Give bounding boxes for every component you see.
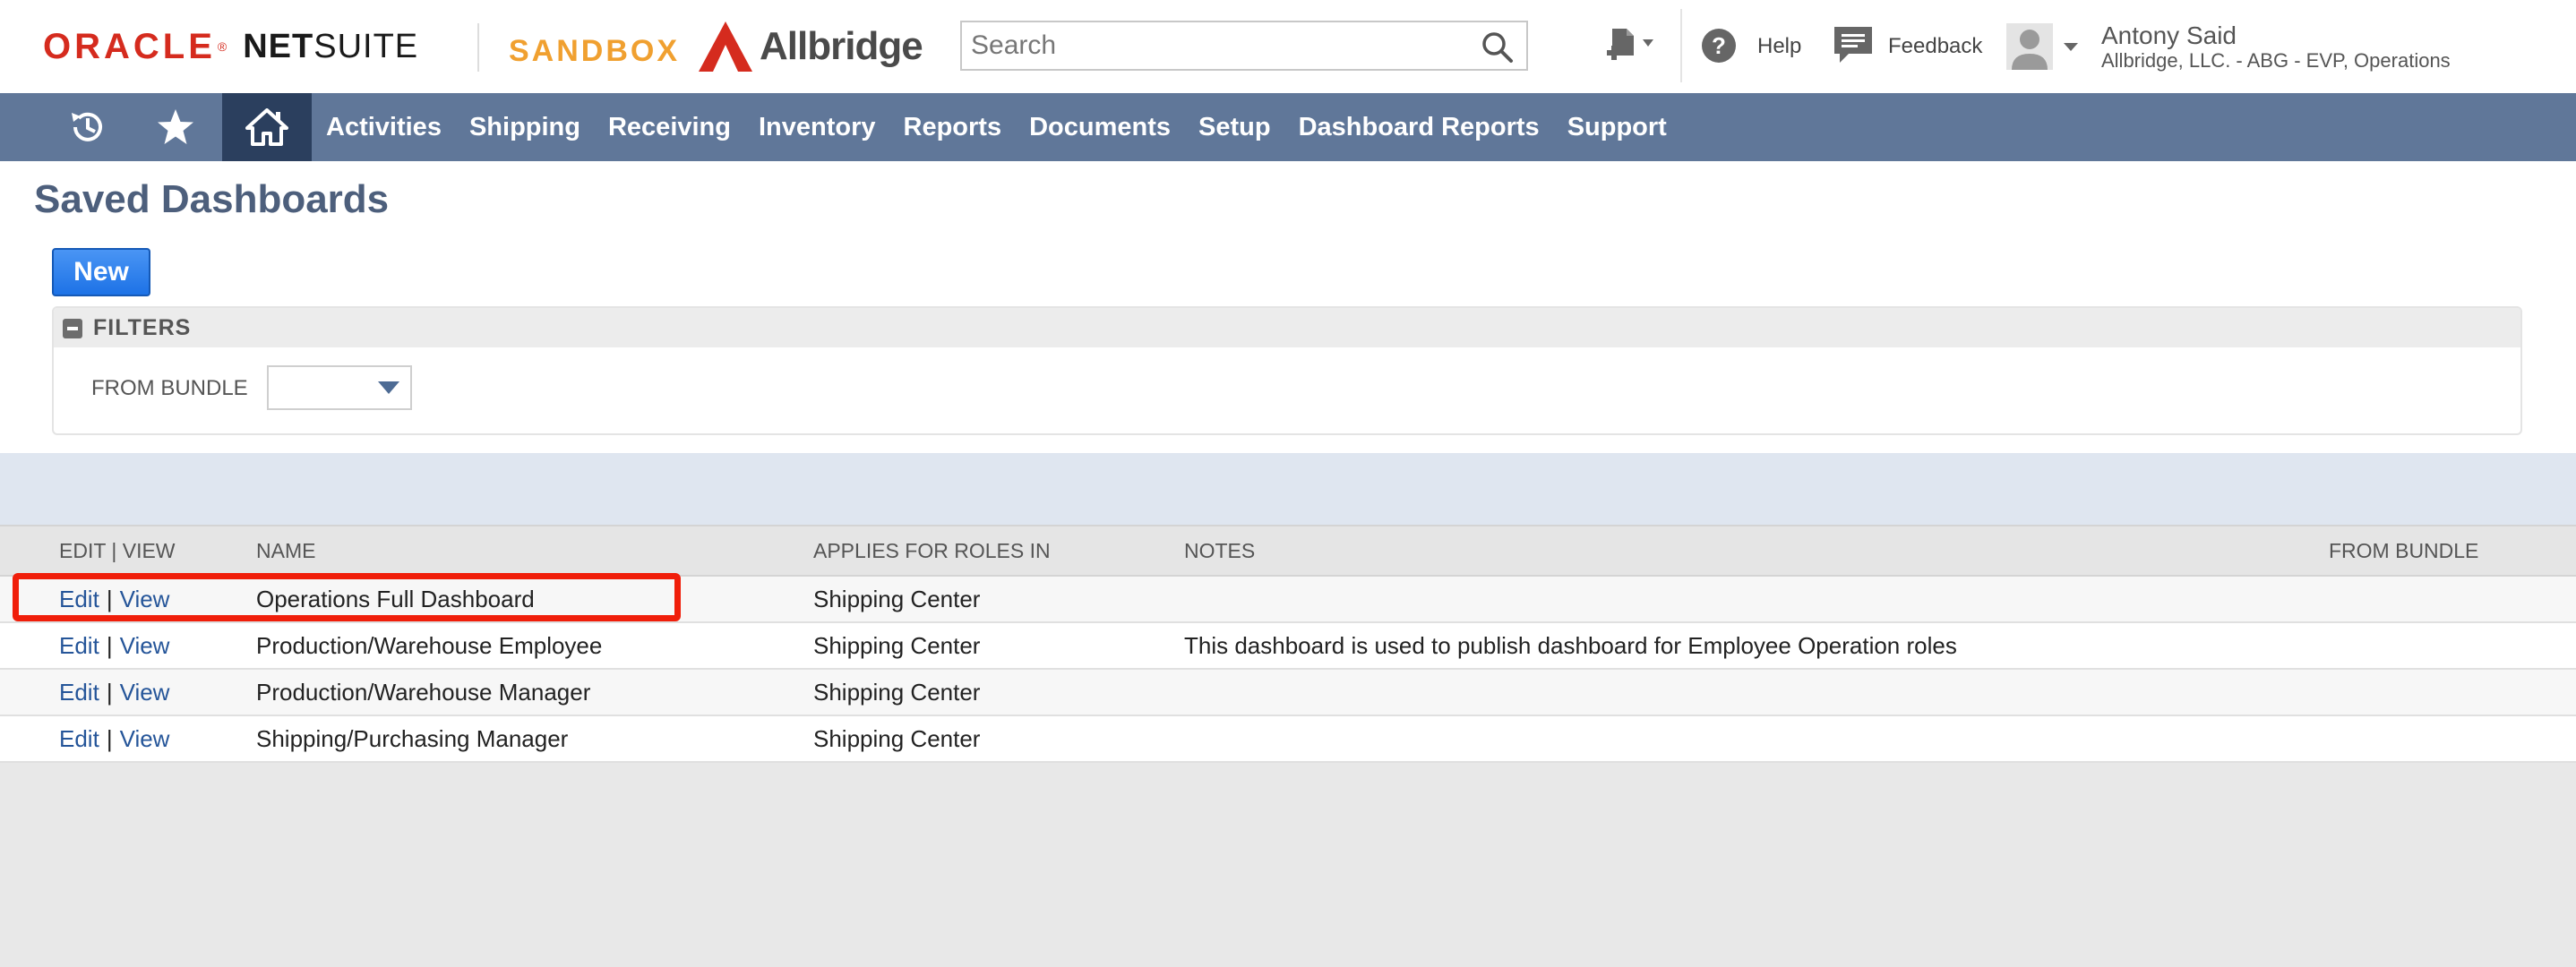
list-toolbar-band bbox=[0, 453, 2576, 525]
top-header: ORACLE® NETSUITE SANDBOX Allbridge ? Hel… bbox=[0, 0, 2576, 93]
view-link[interactable]: View bbox=[120, 725, 170, 752]
help-icon[interactable]: ? bbox=[1700, 27, 1738, 64]
view-link[interactable]: View bbox=[120, 586, 170, 612]
dashboard-roles: Shipping Center bbox=[813, 622, 1184, 670]
page-title: Saved Dashboards bbox=[34, 177, 390, 221]
chevron-down-icon[interactable] bbox=[378, 381, 399, 394]
oracle-netsuite-logo[interactable]: ORACLE ® NETSUITE bbox=[43, 29, 418, 64]
favorites-button[interactable] bbox=[133, 93, 219, 161]
dashboard-notes: This dashboard is used to publish dashbo… bbox=[1184, 622, 2329, 670]
dashboard-roles: Shipping Center bbox=[813, 669, 1184, 716]
create-new-icon[interactable] bbox=[1605, 27, 1659, 66]
edit-view-cell: Edit | View bbox=[0, 715, 256, 763]
user-role[interactable]: Allbridge, LLC. - ABG - EVP, Operations bbox=[2101, 49, 2451, 73]
dashboard-name: Production/Warehouse Manager bbox=[256, 669, 813, 716]
link-separator: | bbox=[106, 678, 113, 706]
column-header-notes[interactable]: NOTES bbox=[1184, 525, 2329, 577]
sandbox-badge: SANDBOX bbox=[509, 34, 681, 68]
company-logo-text: Allbridge bbox=[760, 24, 923, 68]
dashboard-notes bbox=[1184, 715, 2329, 763]
home-icon bbox=[245, 108, 288, 146]
table-row: Edit | View Operations Full Dashboard Ship… bbox=[0, 576, 2576, 623]
logo-divider bbox=[477, 23, 479, 72]
link-separator: | bbox=[106, 631, 113, 659]
edit-link[interactable]: Edit bbox=[59, 725, 99, 752]
nav-item-dashboard-reports[interactable]: Dashboard Reports bbox=[1299, 113, 1540, 142]
oracle-wordmark: ORACLE bbox=[43, 27, 216, 66]
filters-header[interactable]: FILTERS bbox=[54, 308, 2520, 347]
edit-view-cell: Edit | View bbox=[0, 669, 256, 716]
dashboard-notes bbox=[1184, 576, 2329, 623]
column-header-roles[interactable]: APPLIES FOR ROLES IN bbox=[813, 525, 1184, 577]
favorites-star-icon bbox=[158, 109, 193, 144]
nav-item-activities[interactable]: Activities bbox=[326, 113, 442, 142]
search-input[interactable] bbox=[962, 22, 1473, 69]
nav-item-setup[interactable]: Setup bbox=[1198, 113, 1271, 142]
netsuite-wordmark: NETSUITE bbox=[243, 28, 419, 65]
dashboard-name: Operations Full Dashboard bbox=[256, 576, 813, 623]
home-button[interactable] bbox=[222, 93, 312, 161]
edit-link[interactable]: Edit bbox=[59, 632, 99, 659]
column-header-name[interactable]: NAME bbox=[256, 525, 813, 577]
nav-item-documents[interactable]: Documents bbox=[1029, 113, 1171, 142]
allbridge-mark-icon bbox=[699, 21, 752, 72]
dashboard-notes bbox=[1184, 669, 2329, 716]
table-header-row: EDIT | VIEW NAME APPLIES FOR ROLES IN NO… bbox=[0, 525, 2576, 577]
from-bundle-label: FROM BUNDLE bbox=[91, 376, 248, 400]
svg-text:?: ? bbox=[1712, 32, 1726, 59]
table-row: Edit | View Production/Warehouse Employee … bbox=[0, 622, 2576, 670]
help-link[interactable]: Help bbox=[1757, 34, 1801, 59]
edit-view-cell: Edit | View bbox=[0, 622, 256, 670]
new-button[interactable]: New bbox=[52, 248, 150, 296]
view-link[interactable]: View bbox=[120, 679, 170, 706]
dashboard-roles: Shipping Center bbox=[813, 576, 1184, 623]
link-separator: | bbox=[106, 585, 113, 612]
header-separator bbox=[1680, 9, 1682, 82]
recent-records-icon bbox=[72, 112, 102, 141]
from-bundle-select[interactable] bbox=[267, 365, 412, 410]
nav-menu: Activities Shipping Receiving Inventory … bbox=[326, 93, 1695, 161]
search-icon[interactable] bbox=[1481, 31, 1514, 64]
avatar-icon[interactable] bbox=[2006, 23, 2082, 70]
dashboard-bundle bbox=[2329, 715, 2576, 763]
filters-panel: FILTERS FROM BUNDLE bbox=[52, 306, 2522, 435]
column-header-from-bundle[interactable]: FROM BUNDLE bbox=[2329, 525, 2576, 577]
filters-title: FILTERS bbox=[93, 315, 192, 340]
edit-link[interactable]: Edit bbox=[59, 586, 99, 612]
column-header-edit-view: EDIT | VIEW bbox=[0, 525, 256, 577]
dashboard-name: Production/Warehouse Employee bbox=[256, 622, 813, 670]
dashboard-roles: Shipping Center bbox=[813, 715, 1184, 763]
link-separator: | bbox=[106, 724, 113, 752]
user-name[interactable]: Antony Said bbox=[2101, 21, 2237, 50]
edit-view-cell: Edit | View bbox=[0, 576, 256, 623]
global-search[interactable] bbox=[960, 21, 1528, 71]
nav-item-reports[interactable]: Reports bbox=[904, 113, 1002, 142]
recent-records-button[interactable] bbox=[45, 93, 131, 161]
nav-item-support[interactable]: Support bbox=[1567, 113, 1667, 142]
view-link[interactable]: View bbox=[120, 632, 170, 659]
edit-link[interactable]: Edit bbox=[59, 679, 99, 706]
dashboard-name: Shipping/Purchasing Manager bbox=[256, 715, 813, 763]
nav-item-shipping[interactable]: Shipping bbox=[469, 113, 580, 142]
dashboard-bundle bbox=[2329, 669, 2576, 716]
dashboard-bundle bbox=[2329, 622, 2576, 670]
main-navigation: Activities Shipping Receiving Inventory … bbox=[0, 93, 2576, 161]
company-logo: Allbridge bbox=[699, 20, 923, 73]
feedback-icon[interactable] bbox=[1833, 25, 1874, 64]
table-row: Edit | View Shipping/Purchasing Manager Sh… bbox=[0, 715, 2576, 763]
table-row: Edit | View Production/Warehouse Manager S… bbox=[0, 669, 2576, 716]
dashboard-bundle bbox=[2329, 576, 2576, 623]
nav-item-receiving[interactable]: Receiving bbox=[608, 113, 731, 142]
nav-item-inventory[interactable]: Inventory bbox=[759, 113, 876, 142]
collapse-icon[interactable] bbox=[63, 319, 82, 338]
feedback-link[interactable]: Feedback bbox=[1888, 34, 1982, 59]
dashboards-table: EDIT | VIEW NAME APPLIES FOR ROLES IN NO… bbox=[0, 525, 2576, 763]
